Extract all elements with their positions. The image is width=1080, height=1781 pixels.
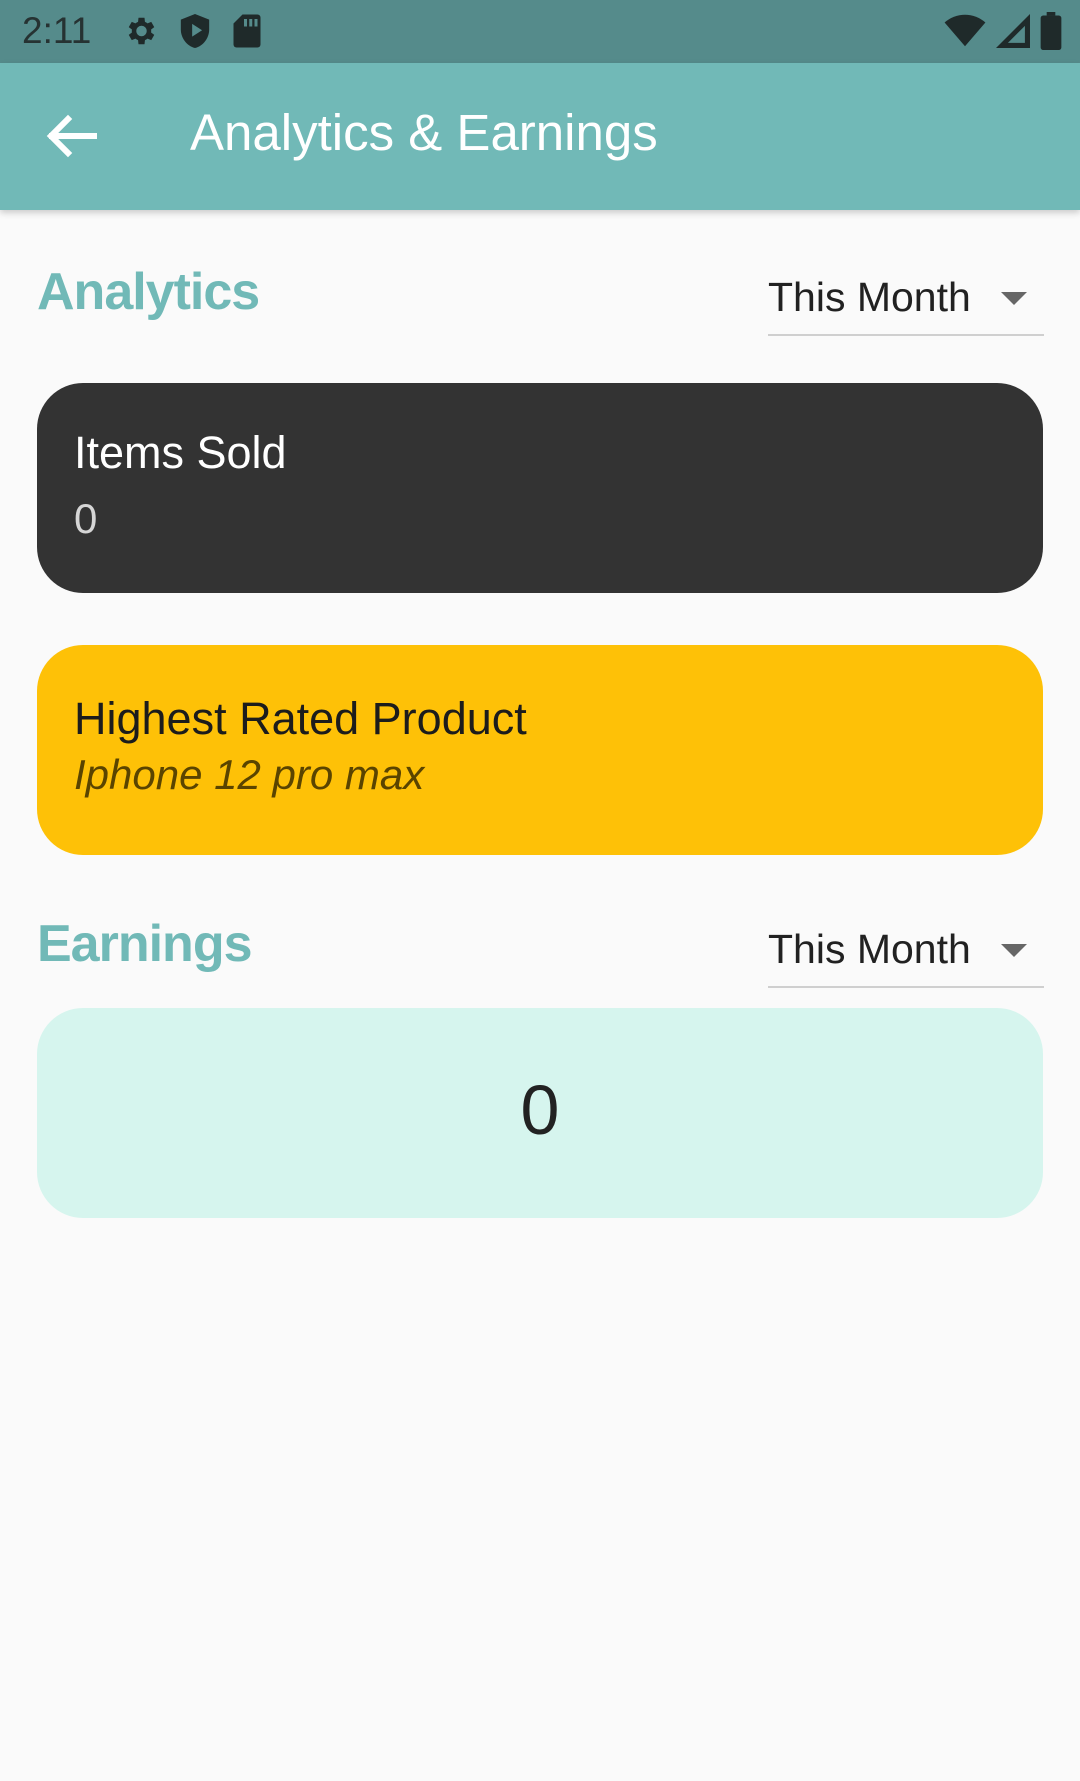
highest-rated-label: Highest Rated Product xyxy=(74,693,527,744)
items-sold-label: Items Sold xyxy=(74,427,287,478)
items-sold-value: 0 xyxy=(74,495,98,542)
earnings-period-dropdown[interactable]: This Month xyxy=(768,920,1044,988)
earnings-period-value: This Month xyxy=(768,926,971,972)
dropdown-arrow-icon xyxy=(1001,944,1027,957)
page-title: Analytics & Earnings xyxy=(190,104,658,161)
analytics-section-title: Analytics xyxy=(37,263,260,321)
battery-icon xyxy=(1040,12,1062,50)
dropdown-arrow-icon xyxy=(1001,292,1027,305)
status-icons-right xyxy=(944,12,1062,50)
items-sold-card: Items Sold 0 xyxy=(37,383,1043,593)
analytics-period-value: This Month xyxy=(768,274,971,320)
signal-icon xyxy=(996,14,1030,48)
app-bar: Analytics & Earnings xyxy=(0,63,1080,210)
gear-icon xyxy=(128,17,155,45)
arrow-left-icon xyxy=(46,114,97,158)
back-button[interactable] xyxy=(44,111,100,161)
status-icons-left xyxy=(122,12,262,50)
wifi-icon xyxy=(944,14,986,47)
status-bar: 2:11 xyxy=(0,0,1080,63)
highest-rated-product-name: Iphone 12 pro max xyxy=(74,751,425,798)
highest-rated-product-card: Highest Rated Product Iphone 12 pro max xyxy=(37,645,1043,855)
earnings-section-title: Earnings xyxy=(37,915,252,973)
sd-card-icon xyxy=(233,14,261,48)
earnings-card: 0 xyxy=(37,1008,1043,1218)
status-time: 2:11 xyxy=(22,10,92,51)
analytics-period-dropdown[interactable]: This Month xyxy=(768,268,1044,336)
earnings-value: 0 xyxy=(520,1071,560,1149)
shield-icon xyxy=(180,14,210,48)
